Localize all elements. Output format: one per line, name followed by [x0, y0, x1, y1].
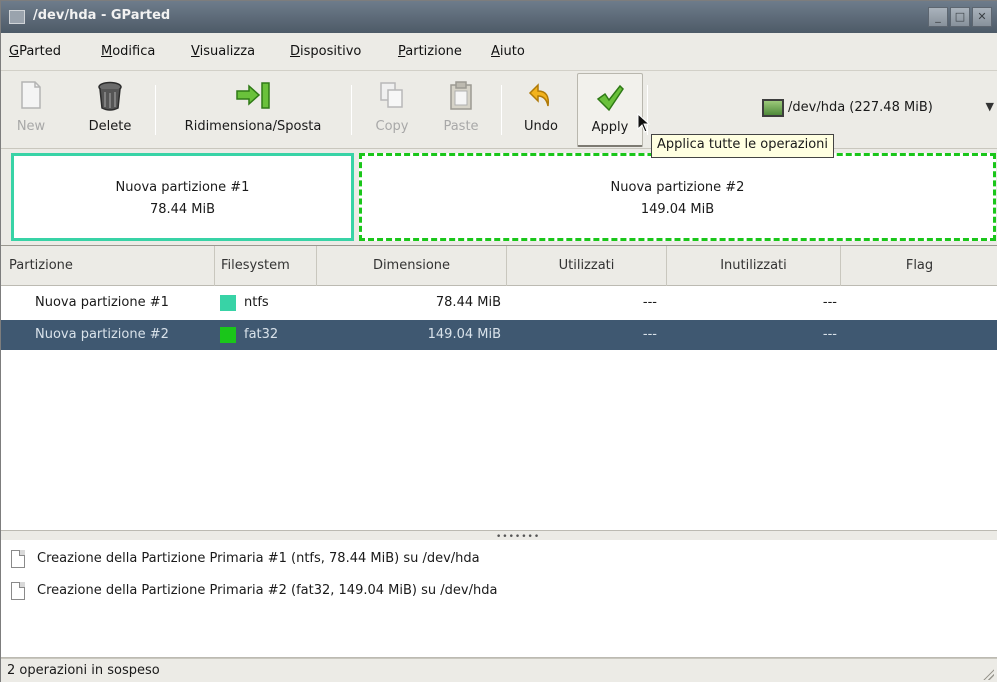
column-header-utilizzati[interactable]: Utilizzati	[507, 246, 667, 286]
undo-icon	[528, 83, 550, 107]
menu-dispositivo[interactable]: Dispositivo	[290, 44, 361, 59]
copy-icon	[380, 82, 403, 108]
toolbar-separator	[501, 85, 502, 135]
partition-map: Nuova partizione #1 78.44 MiB Nuova part…	[1, 149, 997, 245]
window-title: /dev/hda - GParted	[33, 8, 171, 23]
table-row[interactable]: Nuova partizione #1 ntfs 78.44 MiB --- -…	[1, 288, 997, 318]
cell-partition: Nuova partizione #2	[35, 327, 169, 342]
partition-block-size: 149.04 MiB	[640, 202, 715, 217]
cell-used: ---	[642, 295, 657, 310]
toolbar-separator	[155, 85, 156, 135]
mouse-cursor-icon	[637, 113, 651, 133]
cell-unused: ---	[822, 327, 837, 342]
resize-move-button[interactable]: Ridimensiona/Sposta	[163, 71, 343, 149]
gparted-window: /dev/hda - GParted _ □ ✕ GParted Modific…	[0, 0, 997, 682]
pane-splitter[interactable]: •••••••	[1, 530, 997, 542]
resize-grip-icon[interactable]	[982, 668, 994, 680]
apply-tooltip: Applica tutte le operazioni	[651, 134, 835, 158]
chevron-down-icon: ▼	[985, 100, 994, 113]
new-button[interactable]: New	[9, 71, 53, 149]
apply-button[interactable]: Apply	[577, 73, 643, 147]
delete-button[interactable]: Delete	[73, 71, 147, 149]
document-icon	[11, 550, 25, 568]
title-bar[interactable]: /dev/hda - GParted _ □ ✕	[1, 1, 997, 33]
pending-operations-list: Creazione della Partizione Primaria #1 (…	[1, 540, 997, 658]
resize-move-icon	[236, 82, 270, 109]
window-controls: _ □ ✕	[928, 7, 992, 27]
column-header-inutilizzati[interactable]: Inutilizzati	[667, 246, 841, 286]
operation-text: Creazione della Partizione Primaria #2 (…	[37, 583, 498, 598]
new-label: New	[16, 119, 46, 134]
minimize-button[interactable]: _	[928, 7, 948, 27]
column-header-dimensione[interactable]: Dimensione	[317, 246, 507, 286]
new-document-icon	[21, 81, 41, 109]
device-label: /dev/hda (227.48 MiB)	[788, 100, 933, 115]
cell-flag	[841, 320, 997, 350]
toolbar: New Delete Ridimensiona/Sposta Copy Past…	[1, 71, 997, 149]
status-bar: 2 operazioni in sospeso	[1, 658, 997, 682]
partition-block-2[interactable]: Nuova partizione #2 149.04 MiB	[359, 153, 996, 241]
column-header-filesystem[interactable]: Filesystem	[215, 246, 317, 286]
close-button[interactable]: ✕	[972, 7, 992, 27]
filesystem-color-swatch	[220, 295, 236, 311]
partition-block-name: Nuova partizione #1	[115, 180, 250, 195]
cell-used: ---	[642, 327, 657, 342]
device-selector[interactable]: /dev/hda (227.48 MiB) ▼	[756, 85, 996, 131]
cell-size: 149.04 MiB	[427, 327, 501, 342]
menu-bar: GParted Modifica Visualizza Dispositivo …	[1, 33, 997, 71]
paste-button[interactable]: Paste	[431, 71, 491, 149]
column-header-partizione[interactable]: Partizione	[1, 246, 215, 286]
toolbar-separator	[351, 85, 352, 135]
paste-label: Paste	[443, 119, 479, 134]
menu-gparted[interactable]: GParted	[9, 44, 61, 59]
partition-block-size: 78.44 MiB	[149, 202, 216, 217]
filesystem-color-swatch	[220, 327, 236, 343]
menu-aiuto[interactable]: Aiuto	[491, 44, 525, 59]
undo-label: Undo	[524, 119, 558, 134]
paste-icon	[450, 81, 472, 110]
column-header-flag[interactable]: Flag	[841, 246, 997, 286]
cell-flag	[841, 288, 997, 318]
app-icon	[9, 10, 25, 24]
partition-table: Partizione Filesystem Dimensione Utilizz…	[1, 245, 997, 530]
cell-partition: Nuova partizione #1	[35, 295, 169, 310]
cell-filesystem: fat32	[244, 327, 279, 342]
table-header: Partizione Filesystem Dimensione Utilizz…	[1, 246, 997, 286]
cell-size: 78.44 MiB	[435, 295, 501, 310]
copy-button[interactable]: Copy	[367, 71, 417, 149]
status-text: 2 operazioni in sospeso	[7, 663, 160, 678]
cell-unused: ---	[822, 295, 837, 310]
partition-block-1[interactable]: Nuova partizione #1 78.44 MiB	[11, 153, 354, 241]
resize-move-label: Ridimensiona/Sposta	[184, 119, 322, 134]
operation-text: Creazione della Partizione Primaria #1 (…	[37, 551, 480, 566]
menu-modifica[interactable]: Modifica	[101, 44, 155, 59]
copy-label: Copy	[375, 119, 409, 134]
maximize-button[interactable]: □	[950, 7, 970, 27]
menu-partizione[interactable]: Partizione	[398, 44, 462, 59]
delete-label: Delete	[88, 119, 132, 134]
apply-checkmark-icon	[596, 84, 624, 112]
cell-filesystem: ntfs	[244, 295, 269, 310]
partition-block-name: Nuova partizione #2	[610, 180, 745, 195]
apply-label: Apply	[591, 120, 629, 135]
hard-disk-icon	[762, 99, 784, 117]
document-icon	[11, 582, 25, 600]
menu-visualizza[interactable]: Visualizza	[191, 44, 255, 59]
table-row-selected[interactable]: Nuova partizione #2 fat32 149.04 MiB ---…	[1, 320, 997, 350]
delete-icon	[98, 81, 122, 111]
undo-button[interactable]: Undo	[513, 71, 569, 149]
